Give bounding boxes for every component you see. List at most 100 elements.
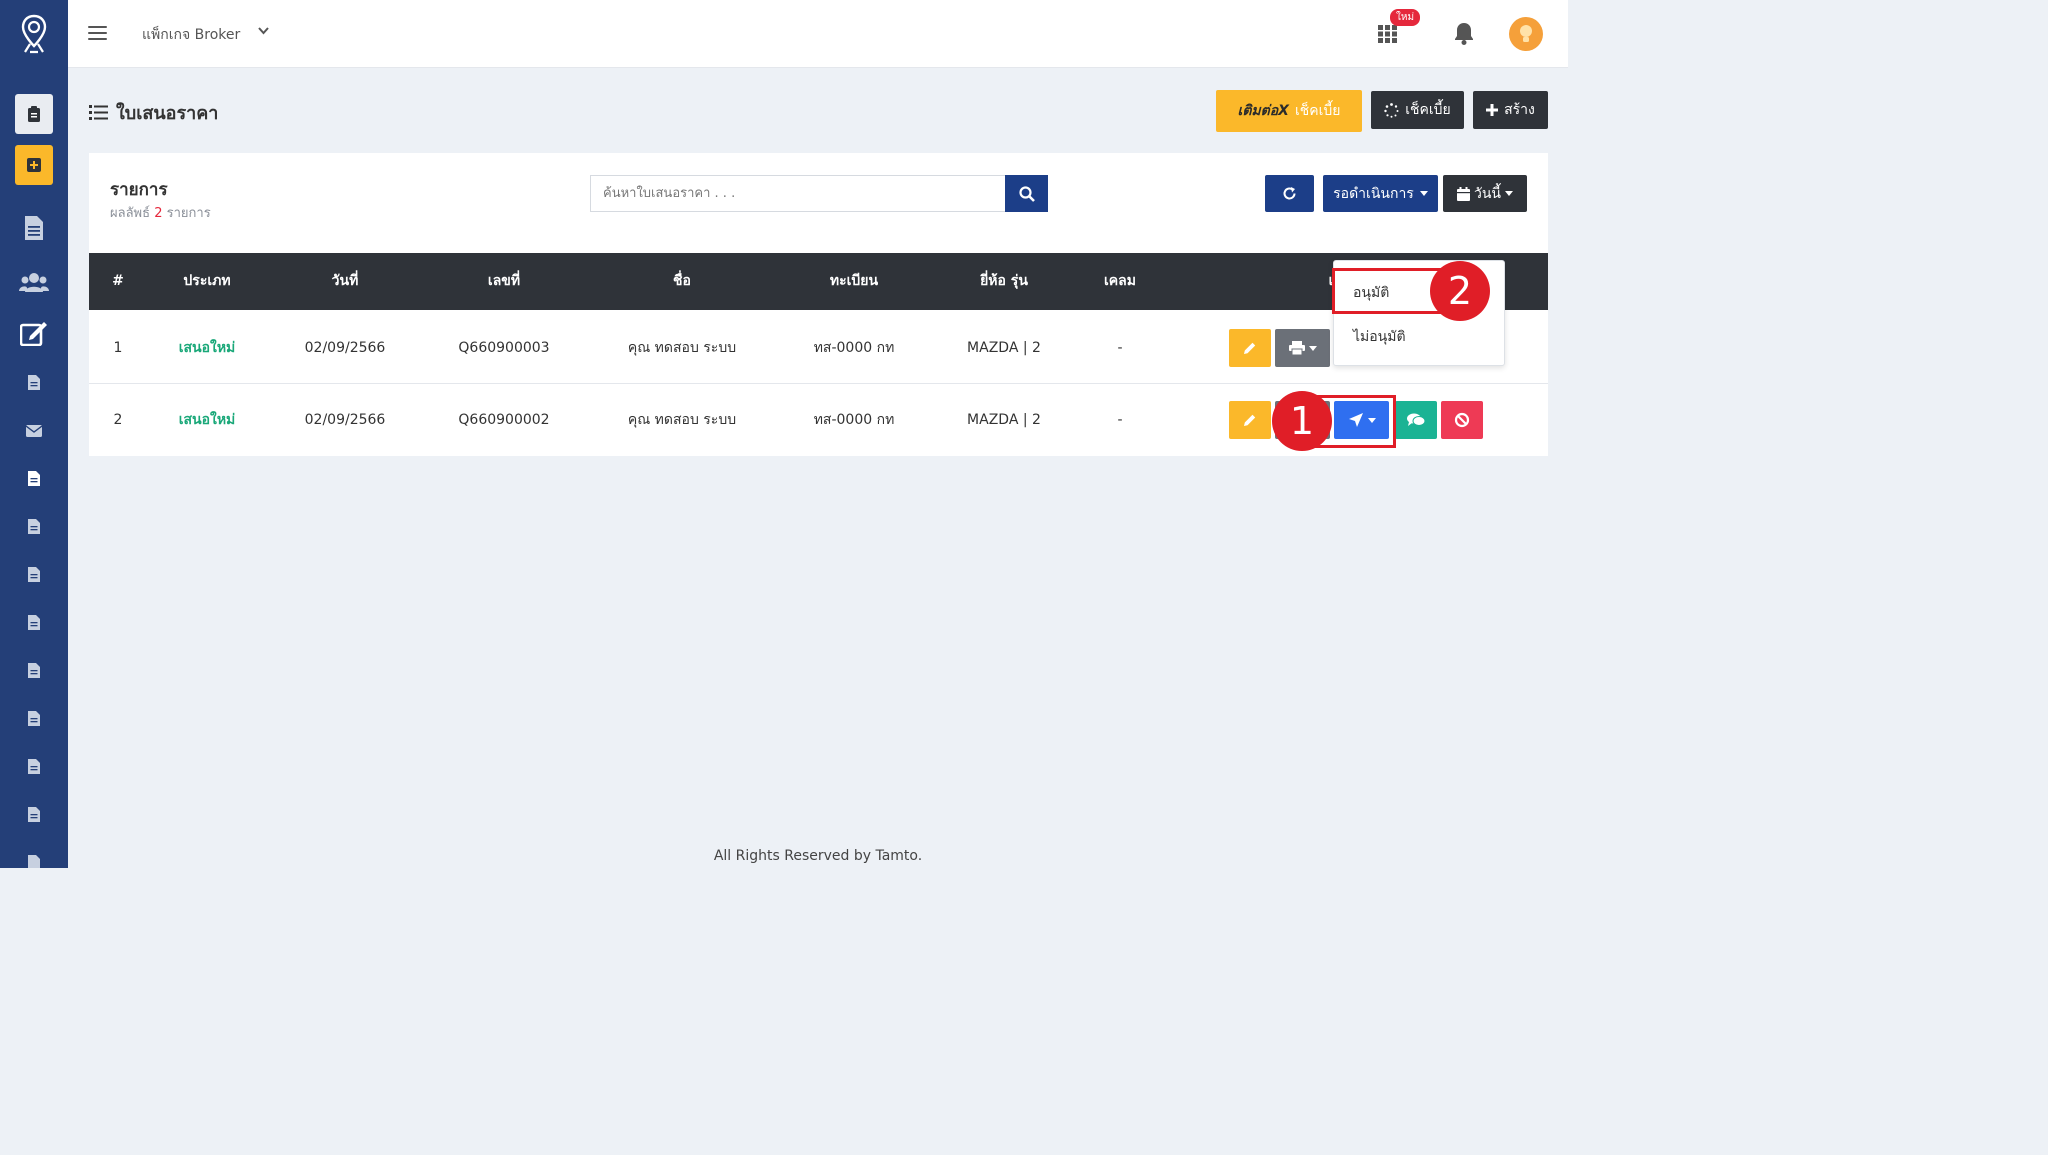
file-icon xyxy=(28,519,40,534)
new-badge: ใหม่ xyxy=(1390,9,1421,26)
column-header-date: วันที่ xyxy=(331,273,359,289)
user-avatar-icon xyxy=(1520,25,1532,42)
calendar-icon xyxy=(1456,186,1470,201)
refresh-button[interactable] xyxy=(1265,175,1314,212)
file-icon xyxy=(28,375,40,390)
cancel-button[interactable] xyxy=(1441,401,1483,439)
sidebar-item-document[interactable] xyxy=(0,216,68,240)
plus-icon xyxy=(1486,104,1499,116)
sidebar xyxy=(0,0,68,868)
cell-name: คุณ ทดสอบ ระบบ xyxy=(627,340,737,356)
sidebar-item-file-4[interactable] xyxy=(0,567,68,582)
edit-button[interactable] xyxy=(1229,329,1271,367)
sidebar-item-file-1[interactable] xyxy=(0,375,68,390)
bell-icon[interactable] xyxy=(1454,23,1474,45)
package-selector[interactable]: แพ็กเกจ Broker xyxy=(142,24,240,46)
check-premium-button[interactable]: เช็คเบี้ย xyxy=(1371,91,1464,129)
file-icon xyxy=(28,807,40,822)
sidebar-item-file-5[interactable] xyxy=(0,615,68,630)
sidebar-item-add[interactable] xyxy=(0,145,68,185)
card-title: รายการ xyxy=(110,180,168,200)
cell-plate: ทส-0000 กท xyxy=(813,412,895,428)
footer-copyright: All Rights Reserved by Tamto. xyxy=(713,848,923,864)
sidebar-item-users[interactable] xyxy=(0,272,68,292)
spinner-icon xyxy=(1384,102,1399,118)
column-header-name: ชื่อ xyxy=(673,273,691,289)
date-filter-dropdown[interactable]: วันนี้ xyxy=(1443,175,1527,212)
brand-check-label: เช็คเบี้ย xyxy=(1294,103,1341,119)
caret-down-icon xyxy=(1505,191,1513,196)
cell-claim: - xyxy=(1117,340,1123,356)
brand-x-icon: X xyxy=(1278,103,1289,119)
cell-name: คุณ ทดสอบ ระบบ xyxy=(627,412,737,428)
ban-icon xyxy=(1454,412,1470,428)
result-prefix: ผลลัพธ์ xyxy=(110,206,151,221)
cell-claim: - xyxy=(1117,412,1123,428)
sidebar-item-file-3[interactable] xyxy=(0,519,68,534)
caret-down-icon xyxy=(1419,191,1428,196)
sidebar-item-mail[interactable] xyxy=(0,425,68,437)
page-title: ใบเสนอราคา xyxy=(116,103,219,124)
file-icon xyxy=(28,615,40,630)
check-premium-label: เช็คเบี้ย xyxy=(1405,102,1451,118)
document-icon xyxy=(25,216,43,240)
dropdown-item-reject[interactable]: ไม่อนุมัติ xyxy=(1334,315,1504,359)
sidebar-item-edit[interactable] xyxy=(0,320,68,346)
page-header: ใบเสนอราคา xyxy=(89,98,218,127)
brand-check-premium-button[interactable]: เติมต่อ X เช็คเบี้ย xyxy=(1216,90,1362,132)
sidebar-item-file-9[interactable] xyxy=(0,807,68,822)
sidebar-item-file-8[interactable] xyxy=(0,759,68,774)
printer-icon xyxy=(1288,341,1305,355)
sidebar-item-file-10[interactable] xyxy=(0,855,68,868)
column-header-brand-model: ยี่ห้อ รุ่น xyxy=(980,273,1028,289)
cell-date: 02/09/2566 xyxy=(304,340,386,356)
hamburger-menu-icon[interactable] xyxy=(88,26,107,40)
create-button[interactable]: สร้าง xyxy=(1473,91,1548,129)
brand-logo-text: เติมต่อ xyxy=(1237,103,1279,119)
list-icon xyxy=(89,105,108,120)
annotation-highlight-step2 xyxy=(1332,268,1442,314)
caret-down-icon xyxy=(1308,345,1317,351)
column-header-plate: ทะเบียน xyxy=(829,273,879,289)
status-filter-label: รอดำเนินการ xyxy=(1333,185,1414,202)
edit-button[interactable] xyxy=(1229,401,1271,439)
chevron-down-icon[interactable] xyxy=(258,27,269,35)
search-input[interactable] xyxy=(590,175,1005,212)
sidebar-item-file-7[interactable] xyxy=(0,711,68,726)
cell-brand-model: MAZDA | 2 xyxy=(967,340,1041,356)
column-header-claim: เคลม xyxy=(1104,273,1136,289)
cell-type[interactable]: เสนอใหม่ xyxy=(157,312,257,384)
annotation-step1-badge: 1 xyxy=(1272,391,1332,451)
chat-button[interactable] xyxy=(1395,401,1437,439)
refresh-icon xyxy=(1283,187,1296,200)
date-filter-label: วันนี้ xyxy=(1473,185,1501,202)
cell-doc-number: Q660900002 xyxy=(458,412,550,428)
cell-type[interactable]: เสนอใหม่ xyxy=(157,384,257,456)
file-icon xyxy=(28,855,40,868)
plus-square-icon xyxy=(15,145,53,185)
apps-grid-icon[interactable] xyxy=(1378,25,1397,43)
edit-icon xyxy=(20,322,47,346)
cell-plate: ทส-0000 กท xyxy=(813,340,895,356)
envelope-icon xyxy=(26,425,42,437)
topbar: แพ็กเกจ Broker ใหม่ xyxy=(68,0,1568,68)
cell-number: 1 xyxy=(113,340,123,356)
clipboard-icon xyxy=(15,94,53,134)
logo-icon[interactable] xyxy=(0,0,68,68)
result-suffix: รายการ xyxy=(166,206,211,221)
status-filter-dropdown[interactable]: รอดำเนินการ xyxy=(1323,175,1438,212)
print-dropdown-button[interactable] xyxy=(1275,329,1330,367)
column-header-doc-number: เลขที่ xyxy=(487,273,521,289)
comments-icon xyxy=(1407,413,1425,426)
sidebar-item-file-2[interactable] xyxy=(0,471,68,486)
table-header: # ประเภท วันที่ เลขที่ ชื่อ ทะเบียน ยี่ห… xyxy=(89,253,1548,310)
avatar[interactable] xyxy=(1509,17,1543,51)
sidebar-item-file-6[interactable] xyxy=(0,663,68,678)
sidebar-item-clipboard[interactable] xyxy=(0,94,68,134)
cell-number: 2 xyxy=(113,412,123,428)
file-icon xyxy=(28,471,40,486)
cell-brand-model: MAZDA | 2 xyxy=(967,412,1041,428)
search-button[interactable] xyxy=(1005,175,1048,212)
result-summary: ผลลัพธ์ 2 รายการ xyxy=(110,202,211,223)
file-icon xyxy=(28,759,40,774)
